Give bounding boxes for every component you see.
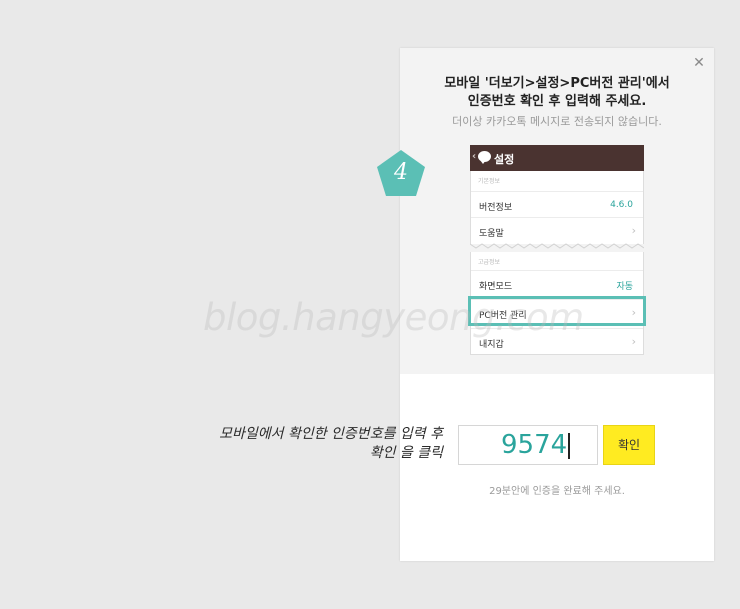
close-icon[interactable]: ✕ bbox=[692, 56, 706, 70]
auth-code-value: 9574 bbox=[501, 430, 568, 460]
basic-info-panel: 기본정보 버전정보 4.6.0 도움말 › bbox=[470, 171, 644, 244]
list-item-version: 버전정보 4.6.0 bbox=[471, 191, 643, 217]
speech-bubble-icon bbox=[478, 151, 491, 164]
step-badge: 4 bbox=[375, 148, 427, 198]
auth-code-input[interactable]: 9574 bbox=[458, 425, 598, 465]
row-label: 버전정보 bbox=[479, 203, 513, 213]
row-label: 도움말 bbox=[479, 229, 504, 239]
chevron-right-icon: › bbox=[631, 335, 636, 348]
phone-header-title: 설정 bbox=[494, 153, 515, 166]
instruction-line1: 모바일에서 확인한 인증번호를 입력 후 bbox=[219, 426, 443, 442]
back-chevron-icon: ‹ bbox=[472, 151, 477, 162]
step-number: 4 bbox=[394, 160, 408, 185]
chevron-right-icon: › bbox=[631, 224, 636, 237]
instruction-line2: 확인 을 클릭 bbox=[369, 445, 443, 461]
dialog-title: 모바일 '더보기>설정>PC버전 관리'에서 인증번호 확인 후 입력해 주세요… bbox=[400, 75, 714, 111]
highlight-frame bbox=[468, 296, 646, 326]
screen-mode-value: 자동 bbox=[616, 282, 633, 292]
dialog-title-line2: 인증번호 확인 후 입력해 주세요. bbox=[467, 94, 647, 109]
instruction-text: 모바일에서 확인한 인증번호를 입력 후 확인 을 클릭 bbox=[175, 425, 443, 463]
time-limit-hint: 29분안에 인증을 완료해 주세요. bbox=[489, 486, 625, 497]
row-label: 화면모드 bbox=[479, 282, 513, 292]
dialog-subtitle: 더이상 카카오톡 메시지로 전송되지 않습니다. bbox=[452, 115, 662, 128]
advanced-info-panel: 고급정보 화면모드 자동 PC버전 관리 › 내지갑 › bbox=[468, 252, 646, 355]
section-label-basic: 기본정보 bbox=[478, 178, 501, 185]
list-item-screen-mode: 화면모드 자동 bbox=[471, 270, 643, 296]
confirm-button[interactable]: 확인 bbox=[603, 425, 655, 465]
dialog-title-line1: 모바일 '더보기>설정>PC버전 관리'에서 bbox=[444, 76, 670, 91]
text-caret bbox=[568, 432, 571, 459]
dialog-instructions-panel: ✕ 모바일 '더보기>설정>PC버전 관리'에서 인증번호 확인 후 입력해 주… bbox=[400, 48, 714, 374]
list-item-wallet: 내지갑 › bbox=[471, 328, 643, 354]
torn-edge-divider bbox=[470, 243, 644, 249]
phone-header: ‹ 설정 bbox=[470, 145, 644, 171]
row-label: 내지갑 bbox=[479, 340, 504, 350]
auth-dialog: ✕ 모바일 '더보기>설정>PC버전 관리'에서 인증번호 확인 후 입력해 주… bbox=[400, 48, 714, 561]
phone-settings-screenshot: ‹ 설정 기본정보 버전정보 4.6.0 도움말 › 고급정보 화면모드 자동 … bbox=[468, 145, 646, 355]
version-value: 4.6.0 bbox=[610, 200, 633, 210]
list-item-help: 도움말 › bbox=[471, 217, 643, 243]
section-label-advanced: 고급정보 bbox=[478, 259, 501, 266]
